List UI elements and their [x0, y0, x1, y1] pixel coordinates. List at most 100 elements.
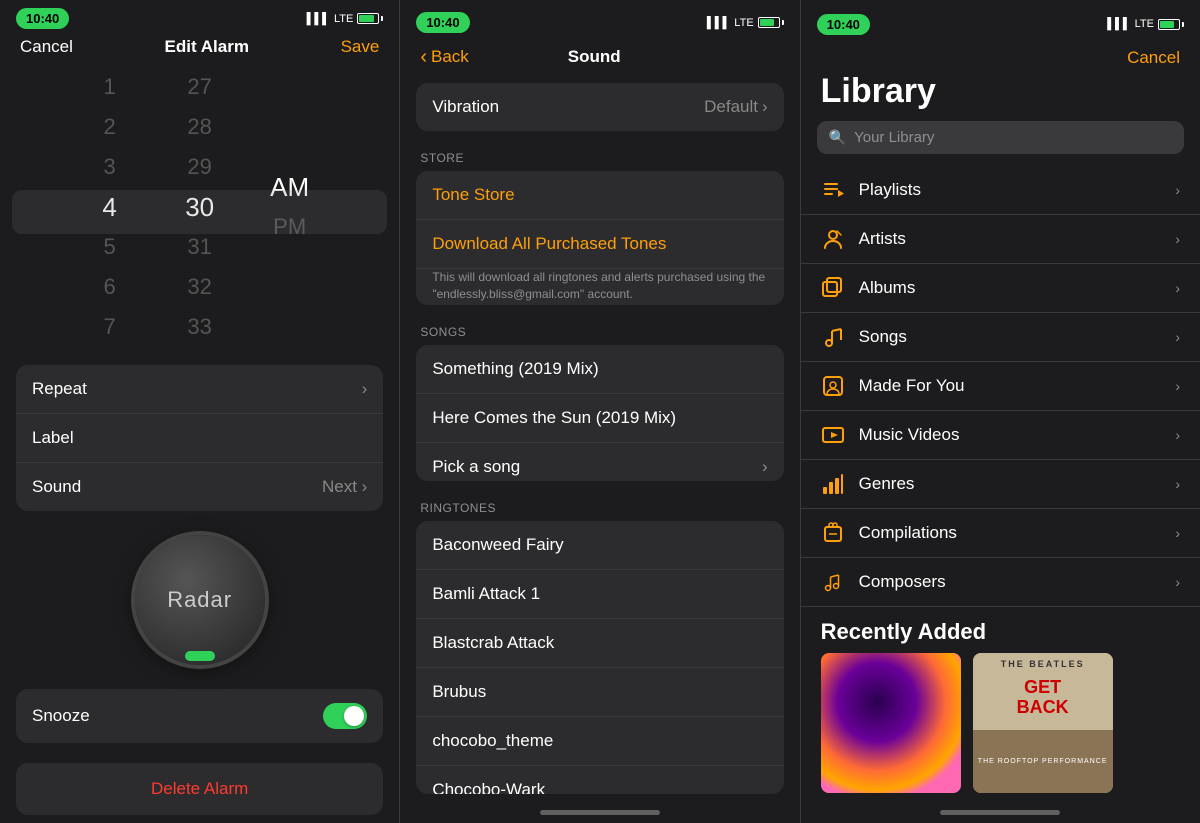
sound-menu-item[interactable]: Sound Next › — [16, 463, 383, 511]
playlists-icon — [821, 178, 845, 202]
vibration-value: Default › — [704, 97, 768, 117]
chevron-right-icon: › — [1175, 280, 1180, 296]
picker-item: 2 — [65, 107, 155, 147]
recently-added-title: Recently Added — [801, 609, 1200, 653]
picker-item: 33 — [155, 307, 245, 347]
ringtone-name: Bamli Attack 1 — [432, 584, 540, 603]
ringtone-row[interactable]: Blastcrab Attack — [416, 619, 783, 668]
chevron-right-icon: › — [362, 379, 368, 399]
cancel-button[interactable]: Cancel — [20, 37, 73, 57]
picker-item: 27 — [155, 67, 245, 107]
albums-item-left: Albums — [821, 276, 916, 300]
sound-screen: 10:40 ▌▌▌ LTE ‹ Back Sound Vibration Def… — [399, 0, 799, 823]
radar-label: Radar — [167, 587, 232, 613]
edit-alarm-header: Cancel Edit Alarm Save — [0, 33, 399, 67]
sound-label: Sound — [32, 477, 81, 497]
ringtone-name: Chocobo-Wark — [432, 780, 545, 794]
sound-header: ‹ Back Sound — [400, 42, 799, 79]
battery-icon-1 — [357, 13, 383, 24]
status-time-2: 10:40 — [416, 12, 469, 33]
composers-icon — [821, 570, 845, 594]
minute-picker[interactable]: 27 28 29 30 31 32 33 — [155, 67, 245, 347]
edit-alarm-title: Edit Alarm — [165, 37, 249, 57]
genres-label: Genres — [859, 474, 915, 494]
vibration-label: Vibration — [432, 97, 499, 117]
store-section-label: STORE — [400, 151, 799, 171]
picker-item: 29 — [155, 147, 245, 187]
song-row[interactable]: Something (2019 Mix) — [416, 345, 783, 394]
beatles-album-bottom: THE ROOFTOP PERFORMANCE — [973, 730, 1113, 793]
snooze-menu-item[interactable]: Snooze — [16, 689, 383, 743]
hour-picker[interactable]: 1 2 3 4 5 6 7 — [65, 67, 155, 347]
label-menu-item[interactable]: Label — [16, 414, 383, 463]
radar-indicator — [185, 651, 215, 661]
signal-icon-1: ▌▌▌ — [307, 13, 330, 25]
battery-icon-2 — [758, 17, 784, 28]
compilations-label: Compilations — [859, 523, 957, 543]
picker-item: 3 — [65, 147, 155, 187]
picker-item-pm: PM — [245, 207, 335, 247]
album-card-apple[interactable] — [821, 653, 961, 793]
beatles-logo: THE BEATLES — [973, 659, 1113, 669]
ringtone-name: Blastcrab Attack — [432, 633, 554, 652]
home-bar-3 — [940, 810, 1060, 815]
cancel-button[interactable]: Cancel — [1127, 48, 1180, 68]
songs-menu-item[interactable]: Songs › — [801, 313, 1200, 362]
vibration-row[interactable]: Vibration Default › — [416, 83, 783, 131]
download-description: This will download all ringtones and ale… — [416, 269, 783, 305]
picker-item: 6 — [65, 267, 155, 307]
music-videos-menu-item[interactable]: Music Videos › — [801, 411, 1200, 460]
delete-alarm-button[interactable]: Delete Alarm — [16, 763, 383, 815]
chevron-right-icon: › — [1175, 231, 1180, 247]
alarm-settings-menu: Repeat › Label Sound Next › — [16, 365, 383, 511]
ringtone-row[interactable]: Baconweed Fairy — [416, 521, 783, 570]
composers-menu-item[interactable]: Composers › — [801, 558, 1200, 607]
chevron-right-icon: › — [762, 457, 768, 477]
signal-icon-3: ▌▌▌ — [1107, 18, 1130, 30]
genres-menu-item[interactable]: Genres › — [801, 460, 1200, 509]
ampm-picker[interactable]: AM PM — [245, 167, 335, 247]
download-tones-button[interactable]: Download All Purchased Tones — [416, 220, 783, 269]
artists-icon — [821, 227, 845, 251]
song-row[interactable]: Here Comes the Sun (2019 Mix) — [416, 394, 783, 443]
playlists-label: Playlists — [859, 180, 921, 200]
ringtone-row[interactable]: Chocobo-Wark — [416, 766, 783, 794]
compilations-menu-item[interactable]: Compilations › — [801, 509, 1200, 558]
chevron-left-icon: ‹ — [420, 46, 427, 69]
library-menu: Playlists › Artists › — [801, 166, 1200, 609]
lte-label-2: LTE — [734, 17, 753, 29]
made-for-you-menu-item[interactable]: Made For You › — [801, 362, 1200, 411]
back-label: Back — [431, 47, 469, 67]
time-picker[interactable]: 1 2 3 4 5 6 7 27 28 29 30 31 32 33 AM PM — [0, 67, 399, 357]
made-for-you-item-left: Made For You — [821, 374, 965, 398]
snooze-toggle[interactable] — [323, 703, 367, 729]
album-card-beatles[interactable]: THE BEATLES GETBACK THE ROOFTOP PERFORMA… — [973, 653, 1113, 793]
ringtone-name: chocobo_theme — [432, 731, 553, 750]
artists-label: Artists — [859, 229, 906, 249]
songs-section: Something (2019 Mix) Here Comes the Sun … — [416, 345, 783, 481]
picker-item: 28 — [155, 107, 245, 147]
albums-icon — [821, 276, 845, 300]
ringtone-row[interactable]: chocobo_theme — [416, 717, 783, 766]
song-title: Here Comes the Sun (2019 Mix) — [432, 408, 676, 428]
picker-item: 5 — [65, 227, 155, 267]
artists-menu-item[interactable]: Artists › — [801, 215, 1200, 264]
pick-song-label: Pick a song — [432, 457, 520, 477]
chevron-right-icon: › — [1175, 525, 1180, 541]
ringtone-row[interactable]: Brubus — [416, 668, 783, 717]
library-header: Cancel — [801, 44, 1200, 68]
radar-section: Radar — [0, 519, 399, 681]
made-for-you-label: Made For You — [859, 376, 965, 396]
repeat-menu-item[interactable]: Repeat › — [16, 365, 383, 414]
save-button[interactable]: Save — [341, 37, 380, 57]
made-for-you-icon — [821, 374, 845, 398]
library-search-bar[interactable]: 🔍 Your Library — [817, 121, 1184, 154]
playlists-menu-item[interactable]: Playlists › — [801, 166, 1200, 215]
albums-menu-item[interactable]: Albums › — [801, 264, 1200, 313]
beatles-album-top: THE BEATLES GETBACK — [973, 653, 1113, 730]
pick-song-row[interactable]: Pick a song › — [416, 443, 783, 481]
ringtone-row[interactable]: Bamli Attack 1 — [416, 570, 783, 619]
status-icons-1: ▌▌▌ LTE — [307, 13, 384, 25]
back-button[interactable]: ‹ Back — [420, 46, 468, 69]
tone-store-button[interactable]: Tone Store — [416, 171, 783, 220]
